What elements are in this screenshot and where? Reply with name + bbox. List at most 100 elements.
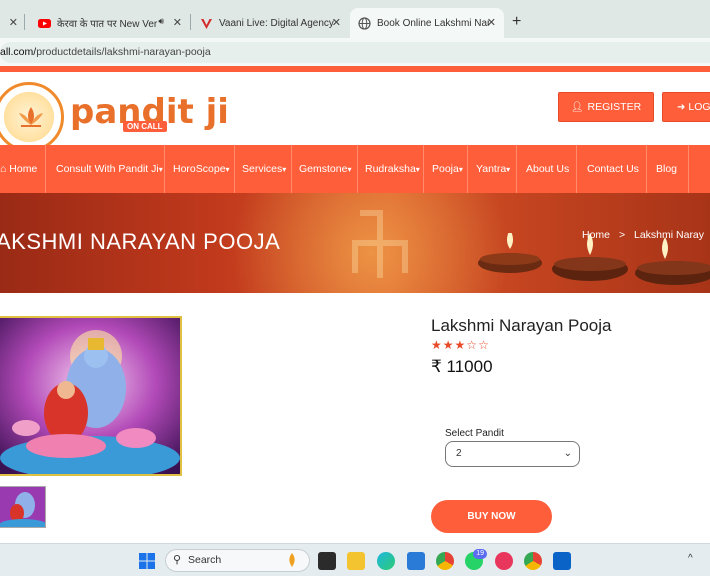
nav-label: Blog — [656, 163, 678, 175]
tab-active[interactable]: Book Online Lakshmi Narayan P ✕ — [350, 8, 504, 38]
star-rating: ★★★☆☆ — [431, 338, 490, 352]
sign-in-icon: ➜ — [677, 101, 686, 113]
register-button[interactable]: 👤︎ REGISTER — [558, 92, 654, 122]
chevron-down-icon: ▾ — [158, 165, 163, 174]
logo-emblem[interactable] — [0, 82, 64, 152]
file-explorer-icon[interactable] — [347, 552, 365, 570]
globe-icon — [358, 16, 371, 30]
nav-divider — [423, 145, 424, 193]
breadcrumb-home[interactable]: Home — [582, 229, 610, 241]
nav-gemstone[interactable]: Gemstone▾ — [299, 145, 351, 193]
search-placeholder: Search — [188, 554, 222, 566]
star-filled-icon: ★ — [454, 338, 467, 352]
swastika-icon — [352, 210, 408, 278]
nav-divider — [164, 145, 165, 193]
main-nav: ⌂ Home Consult With Pandit Ji▾ HoroScope… — [0, 145, 710, 193]
star-filled-icon: ★ — [431, 338, 443, 352]
nav-label: HoroScope — [173, 163, 226, 175]
buy-now-button[interactable]: BUY NOW — [431, 500, 552, 533]
tab-title: केरवा के पात पर New Version — [57, 19, 157, 30]
whatsapp-icon[interactable]: 19 — [465, 549, 487, 570]
site-header: pandit ji ON CALL 👤︎ REGISTER ➜ LOG — [0, 72, 710, 152]
chevron-down-icon: ▾ — [282, 165, 287, 174]
tab-vaani[interactable]: Vaani Live: Digital Agency, Web ✕ — [192, 8, 349, 38]
nav-divider — [45, 145, 46, 193]
nav-services[interactable]: Services▾ — [242, 145, 286, 193]
nav-divider — [516, 145, 517, 193]
product-thumbnail[interactable] — [0, 486, 46, 528]
nav-label: Gemstone — [299, 163, 348, 175]
select-value: 2 — [456, 448, 462, 459]
new-tab-icon[interactable]: + — [512, 13, 521, 31]
speaker-icon[interactable]: 🔊︎ — [158, 16, 164, 27]
nav-yantra[interactable]: Yantra▾ — [476, 145, 510, 193]
close-icon[interactable]: ✕ — [173, 16, 182, 29]
chevron-up-icon[interactable]: ^ — [688, 553, 693, 564]
nav-consult[interactable]: Consult With Pandit Ji▾ — [56, 145, 163, 193]
media-player-icon[interactable] — [495, 552, 513, 570]
vscode-icon[interactable] — [407, 552, 425, 570]
tab-title: Book Online Lakshmi Narayan P — [377, 17, 489, 29]
breadcrumb: Home > Lakshmi Naray — [582, 229, 704, 241]
logo-oncall-badge: ON CALL — [123, 121, 167, 132]
chevron-down-icon: ▾ — [458, 165, 463, 174]
chevron-down-icon: ▾ — [415, 165, 420, 174]
chevron-down-icon: ▾ — [225, 165, 230, 174]
tab-youtube[interactable]: केरवा के पात पर New Version 🔊︎ ✕ — [30, 8, 190, 38]
url-path: productdetails/lakshmi-narayan-pooja — [36, 46, 211, 58]
nav-contact[interactable]: Contact Us — [587, 145, 639, 193]
nav-rudraksha[interactable]: Rudraksha▾ — [365, 145, 420, 193]
chrome-icon[interactable] — [436, 552, 454, 570]
close-icon[interactable]: ✕ — [487, 16, 496, 29]
nav-about[interactable]: About Us — [526, 145, 569, 193]
breadcrumb-current: Lakshmi Naray — [634, 229, 705, 241]
nav-label: Rudraksha — [365, 163, 416, 175]
close-icon[interactable]: ✕ — [332, 16, 341, 29]
chrome-profile-icon[interactable] — [524, 552, 542, 570]
url-field[interactable]: all.com/productdetails/lakshmi-narayan-p… — [0, 42, 710, 63]
breadcrumb-separator: > — [618, 229, 626, 241]
chevron-down-icon: ⌄ — [563, 448, 572, 459]
register-label: REGISTER — [587, 101, 642, 113]
lotus-icon — [19, 107, 43, 127]
close-icon[interactable]: ✕ — [9, 16, 18, 29]
nav-label: Consult With Pandit Ji — [56, 163, 159, 175]
nav-label: Contact Us — [587, 163, 639, 175]
star-filled-icon: ★ — [442, 338, 455, 352]
nav-divider — [688, 145, 689, 193]
search-highlight-icon — [285, 552, 299, 576]
nav-divider — [576, 145, 577, 193]
select-pandit-dropdown[interactable]: 2 ⌄ — [445, 441, 580, 467]
edge-icon[interactable] — [377, 552, 395, 570]
address-bar-area: all.com/productdetails/lakshmi-narayan-p… — [0, 38, 710, 66]
select-pandit-label: Select Pandit — [445, 428, 504, 439]
nav-divider — [646, 145, 647, 193]
search-icon: ⚲ — [173, 554, 182, 566]
chevron-down-icon: ▾ — [347, 165, 352, 174]
nav-home[interactable]: ⌂ Home — [0, 145, 37, 193]
vaani-logo-icon — [200, 17, 213, 30]
tab-title: Vaani Live: Digital Agency, Web — [219, 17, 334, 29]
home-icon: ⌂ — [0, 163, 7, 175]
windows-start-icon[interactable] — [138, 552, 156, 570]
nav-divider — [291, 145, 292, 193]
nav-divider — [234, 145, 235, 193]
taskbar-search[interactable]: ⚲ Search — [165, 549, 310, 572]
star-empty-icon: ☆ — [478, 338, 490, 352]
product-image[interactable] — [0, 316, 182, 476]
logo-ji: ji — [205, 92, 229, 132]
nav-blog[interactable]: Blog — [656, 145, 677, 193]
user-plus-icon: 👤︎ — [570, 101, 584, 113]
task-view-icon[interactable] — [318, 552, 336, 570]
diya-lamps-illustration — [478, 233, 710, 285]
tab-partial[interactable]: ✕ — [0, 8, 22, 38]
product-section: Lakshmi Narayan Pooja ★★★☆☆ ₹ 11000 Sele… — [0, 293, 710, 543]
deity-image — [0, 318, 180, 474]
nav-pooja[interactable]: Pooja▾ — [432, 145, 463, 193]
nav-label: Services — [242, 163, 283, 175]
outlook-icon[interactable] — [553, 552, 571, 570]
nav-divider — [357, 145, 358, 193]
notification-badge: 19 — [473, 549, 487, 559]
login-button[interactable]: ➜ LOG — [662, 92, 710, 122]
nav-horoscope[interactable]: HoroScope▾ — [173, 145, 230, 193]
